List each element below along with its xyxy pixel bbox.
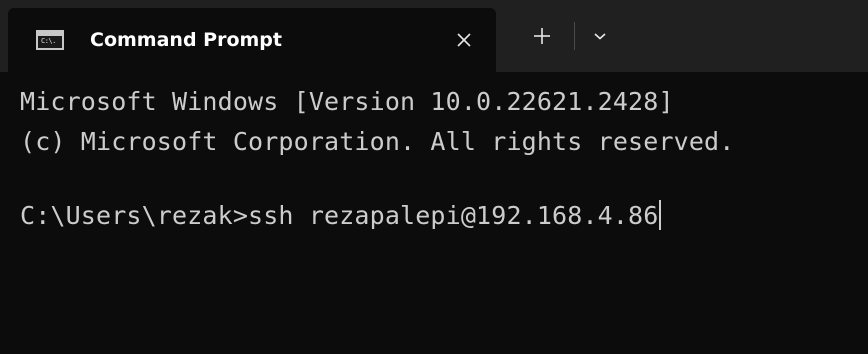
new-tab-button[interactable] [522, 16, 562, 56]
plus-icon [534, 28, 550, 44]
terminal-output[interactable]: Microsoft Windows [Version 10.0.22621.24… [0, 72, 868, 354]
title-bar: C:\. Command Prompt [0, 0, 868, 72]
terminal-window: C:\. Command Prompt Microsoft Windows [V… [0, 0, 868, 354]
tab-close-button[interactable] [446, 22, 482, 58]
tab-title: Command Prompt [90, 29, 282, 51]
terminal-line: Microsoft Windows [Version 10.0.22621.24… [20, 87, 674, 116]
chevron-down-icon [594, 33, 606, 40]
cmd-icon-text: C:\. [41, 37, 56, 45]
tab-dropdown-button[interactable] [582, 16, 618, 56]
tab-separator [574, 22, 575, 50]
text-cursor [659, 200, 662, 230]
cmd-icon: C:\. [36, 30, 64, 50]
terminal-input-line[interactable]: C:\Users\rezak>ssh rezapalepi@192.168.4.… [20, 200, 662, 232]
cmd-icon-bar [38, 32, 62, 36]
close-icon [457, 33, 471, 47]
tab-command-prompt[interactable]: C:\. Command Prompt [8, 8, 496, 72]
terminal-command: C:\Users\rezak>ssh rezapalepi@192.168.4.… [20, 201, 659, 230]
terminal-line: (c) Microsoft Corporation. All rights re… [20, 127, 735, 156]
